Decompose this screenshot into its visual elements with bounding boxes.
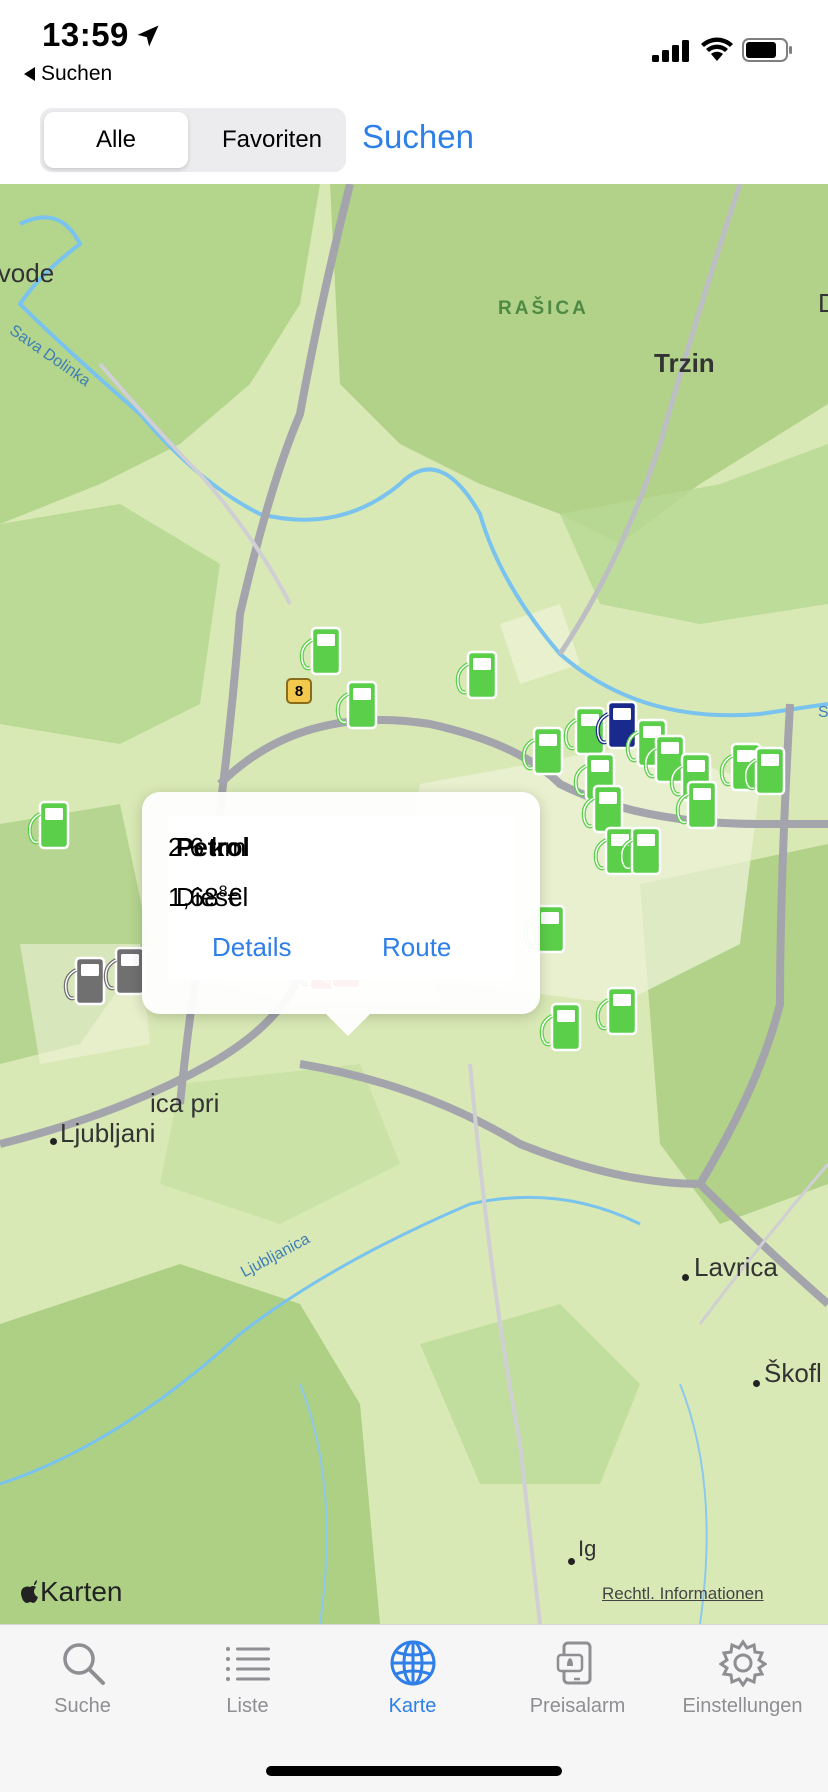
- tab-label-einstellungen: Einstellungen: [682, 1695, 803, 1717]
- magnifier-icon: [62, 1643, 105, 1685]
- search-button[interactable]: Suchen: [362, 118, 474, 156]
- map-label-trzin: Trzin: [654, 348, 715, 378]
- tab-preisalarm[interactable]: Preisalarm: [495, 1639, 660, 1718]
- back-label: Suchen: [41, 62, 113, 85]
- green-pump-marker-icon[interactable]: [672, 778, 720, 832]
- apple-maps-attribution: Karten: [20, 1576, 123, 1608]
- attribution-text: Karten: [40, 1576, 123, 1607]
- map-label-edge-d: D: [818, 288, 828, 318]
- tab-label-karte: Karte: [388, 1695, 437, 1717]
- map-label-skofl: Škofl: [764, 1358, 822, 1388]
- phone-alarm-icon: [556, 1641, 591, 1685]
- price-currency: €: [227, 882, 242, 912]
- status-time: 13:59: [42, 16, 129, 53]
- map-label-edge-s: S: [818, 704, 828, 721]
- home-indicator: [266, 1766, 562, 1776]
- green-pump-marker-icon[interactable]: [592, 984, 640, 1038]
- green-pump-marker-icon[interactable]: [332, 678, 380, 732]
- price-main: 1,68: [168, 882, 219, 912]
- green-pump-marker-icon[interactable]: [616, 824, 664, 878]
- apple-logo-icon: [21, 1580, 38, 1603]
- legal-info-link[interactable]: Rechtl. Informationen: [602, 1584, 764, 1604]
- callout-distance: 2.6 km: [168, 832, 247, 862]
- map-label-lavrica: Lavrica: [694, 1252, 778, 1282]
- back-to-app-button[interactable]: Suchen: [24, 62, 112, 86]
- route-button[interactable]: Route: [382, 932, 451, 963]
- segment-favoriten[interactable]: Favoriten: [200, 112, 344, 168]
- station-callout[interactable]: Petrol 2.6 km Diesel 1,688€ Details Rout…: [142, 792, 540, 1036]
- cellular-signal-icon: [652, 40, 689, 62]
- wifi-icon: [701, 37, 733, 61]
- battery-icon: [742, 38, 792, 62]
- segment-alle[interactable]: Alle: [44, 112, 188, 168]
- back-triangle-icon: [24, 67, 35, 81]
- header: Alle Favoriten Suchen: [0, 92, 828, 184]
- callout-price: 1,688€: [168, 882, 506, 913]
- location-arrow-icon: [137, 25, 159, 47]
- green-pump-marker-icon[interactable]: [24, 798, 72, 852]
- tab-einstellungen[interactable]: Einstellungen: [660, 1639, 825, 1718]
- filter-segmented-control: Alle Favoriten: [40, 108, 346, 172]
- green-pump-marker-icon[interactable]: [452, 648, 500, 702]
- green-pump-marker-icon[interactable]: [518, 724, 566, 778]
- price-sup: 8: [218, 883, 228, 901]
- tab-label-preisalarm: Preisalarm: [529, 1695, 626, 1717]
- list-icon: [225, 1647, 270, 1681]
- map-label-ig: Ig: [578, 1536, 597, 1561]
- map-label-ljubljani: Ljubljani: [60, 1118, 156, 1148]
- tab-karte[interactable]: Karte: [330, 1639, 495, 1718]
- city-dot-ljubljana: [50, 1138, 57, 1145]
- tab-suche[interactable]: Suche: [0, 1639, 165, 1718]
- city-dot-ig: [568, 1558, 575, 1565]
- green-pump-marker-icon[interactable]: [296, 624, 344, 678]
- tab-label-liste: Liste: [226, 1695, 269, 1717]
- callout-content: Petrol 2.6 km Diesel 1,688€ Details Rout…: [168, 816, 514, 980]
- city-dot-skofljica: [753, 1380, 760, 1387]
- green-pump-marker-icon[interactable]: [740, 744, 788, 798]
- map-view[interactable]: lvode Sava Dolinka RAŠICA Trzin D 8 Ljub…: [0, 184, 828, 1624]
- map-label-ica-pri: ica pri: [150, 1088, 220, 1118]
- gear-icon: [718, 1639, 767, 1687]
- city-dot-lavrica: [682, 1274, 689, 1281]
- tab-liste[interactable]: Liste: [165, 1639, 330, 1718]
- green-pump-marker-icon[interactable]: [536, 1000, 584, 1054]
- globe-icon: [390, 1640, 435, 1686]
- status-bar: 13:59 Suchen: [0, 0, 828, 92]
- gray-pump-marker-icon[interactable]: [100, 944, 148, 998]
- tab-label-suche: Suche: [54, 1695, 111, 1717]
- map-label-vode: lvode: [0, 258, 55, 288]
- map-label-rasica: RAŠICA: [498, 298, 589, 319]
- details-button[interactable]: Details: [212, 932, 291, 963]
- road-badge-8: 8: [286, 678, 312, 704]
